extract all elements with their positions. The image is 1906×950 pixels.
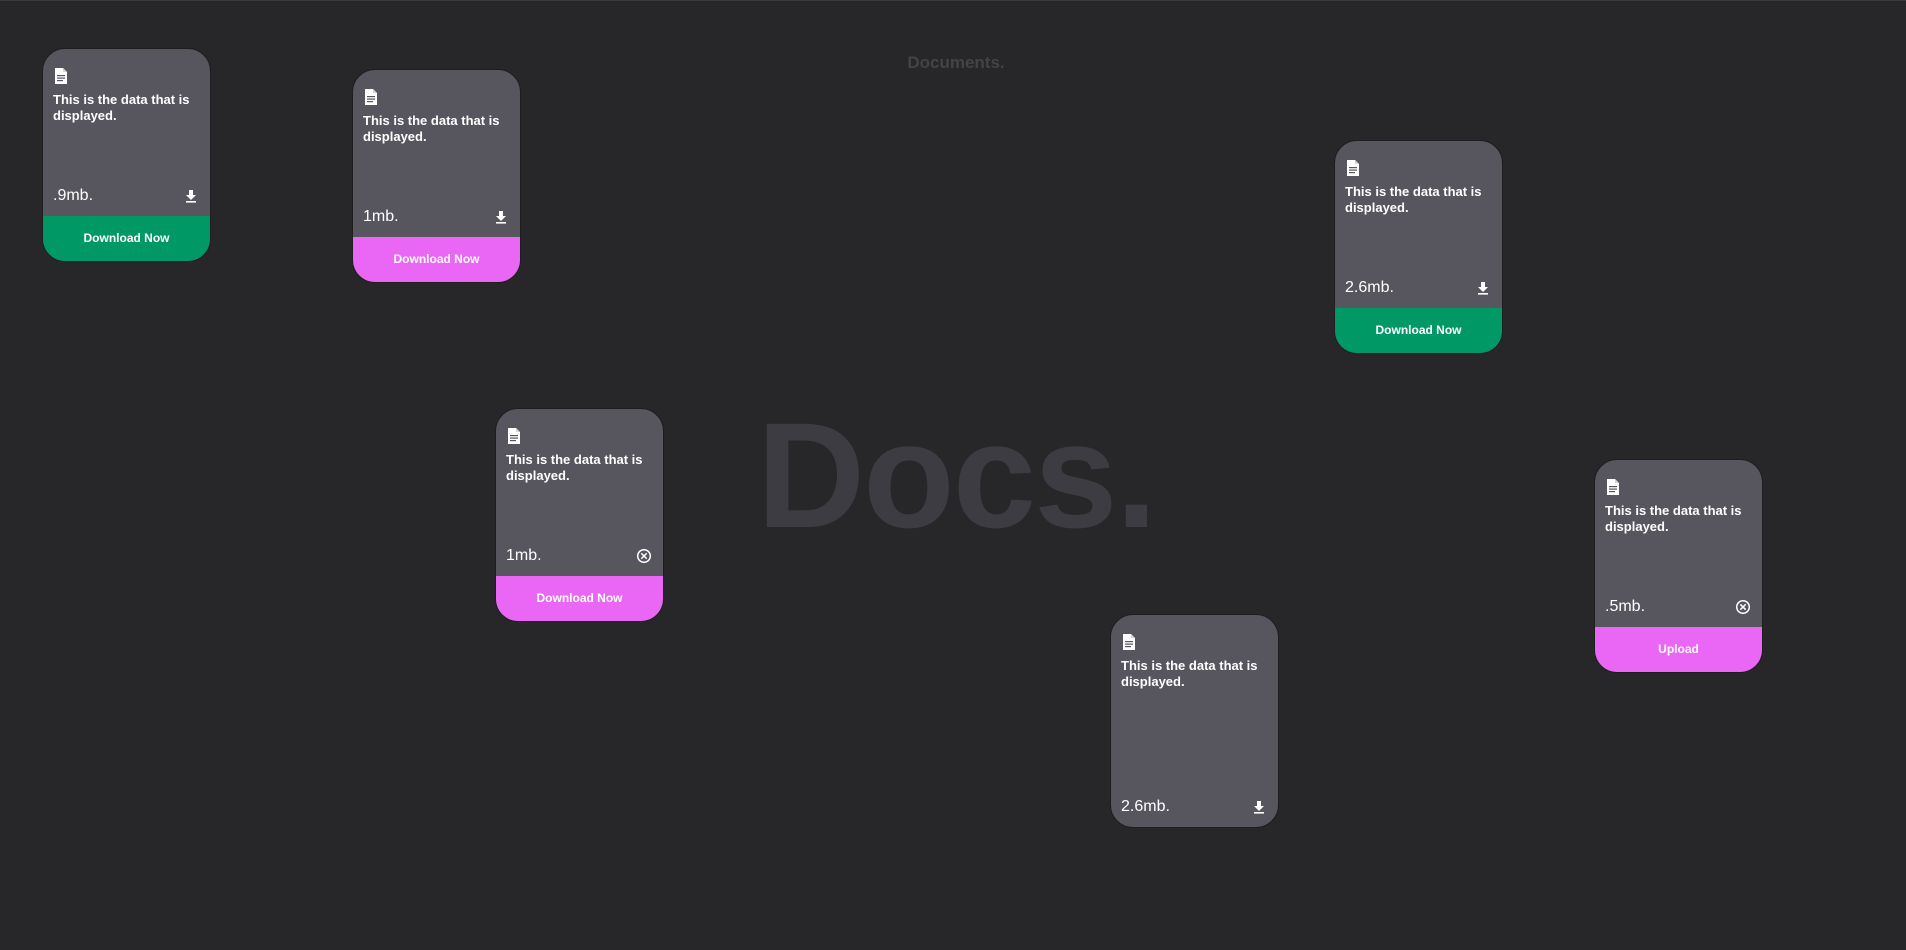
document-description: This is the data that is displayed. <box>1121 658 1258 689</box>
upload-button[interactable]: Upload <box>1595 627 1762 672</box>
document-icon <box>1123 634 1135 650</box>
download-now-button[interactable]: Download Now <box>496 576 663 621</box>
document-card: This is the data that is displayed. 1mb.… <box>495 408 664 622</box>
file-size: 2.6mb. <box>1121 798 1170 815</box>
document-card: This is the data that is displayed. 2.6m… <box>1110 614 1279 828</box>
file-size: .5mb. <box>1605 598 1646 615</box>
document-icon <box>1347 160 1359 176</box>
download-now-button[interactable]: Download Now <box>1335 308 1502 353</box>
download-now-button[interactable]: Download Now <box>353 237 520 282</box>
document-icon <box>508 428 520 444</box>
cancel-icon[interactable] <box>636 548 652 564</box>
page-header-label: Documents. <box>907 53 1005 72</box>
download-icon[interactable] <box>1251 799 1267 815</box>
document-icon <box>55 68 67 84</box>
file-size: 2.6mb. <box>1345 279 1394 296</box>
download-icon[interactable] <box>183 188 199 204</box>
documents-page: Documents. Docs. This is the data that i… <box>0 0 1906 950</box>
document-icon <box>1607 479 1619 495</box>
document-description: This is the data that is displayed. <box>1345 184 1482 215</box>
file-size: 1mb. <box>506 547 542 564</box>
document-description: This is the data that is displayed. <box>1605 503 1742 534</box>
download-icon[interactable] <box>1475 280 1491 296</box>
download-icon[interactable] <box>493 209 509 225</box>
download-now-button[interactable]: Download Now <box>43 216 210 261</box>
file-size: 1mb. <box>363 208 399 225</box>
document-description: This is the data that is displayed. <box>506 452 643 483</box>
document-icon <box>365 89 377 105</box>
cancel-icon[interactable] <box>1735 599 1751 615</box>
document-card: This is the data that is displayed. .9mb… <box>42 48 211 262</box>
document-card: This is the data that is displayed. 1mb.… <box>352 69 521 283</box>
document-card: This is the data that is displayed. .5mb… <box>1594 459 1763 673</box>
file-size: .9mb. <box>53 187 94 204</box>
document-description: This is the data that is displayed. <box>363 113 500 144</box>
document-card: This is the data that is displayed. 2.6m… <box>1334 140 1503 354</box>
document-description: This is the data that is displayed. <box>53 92 190 123</box>
